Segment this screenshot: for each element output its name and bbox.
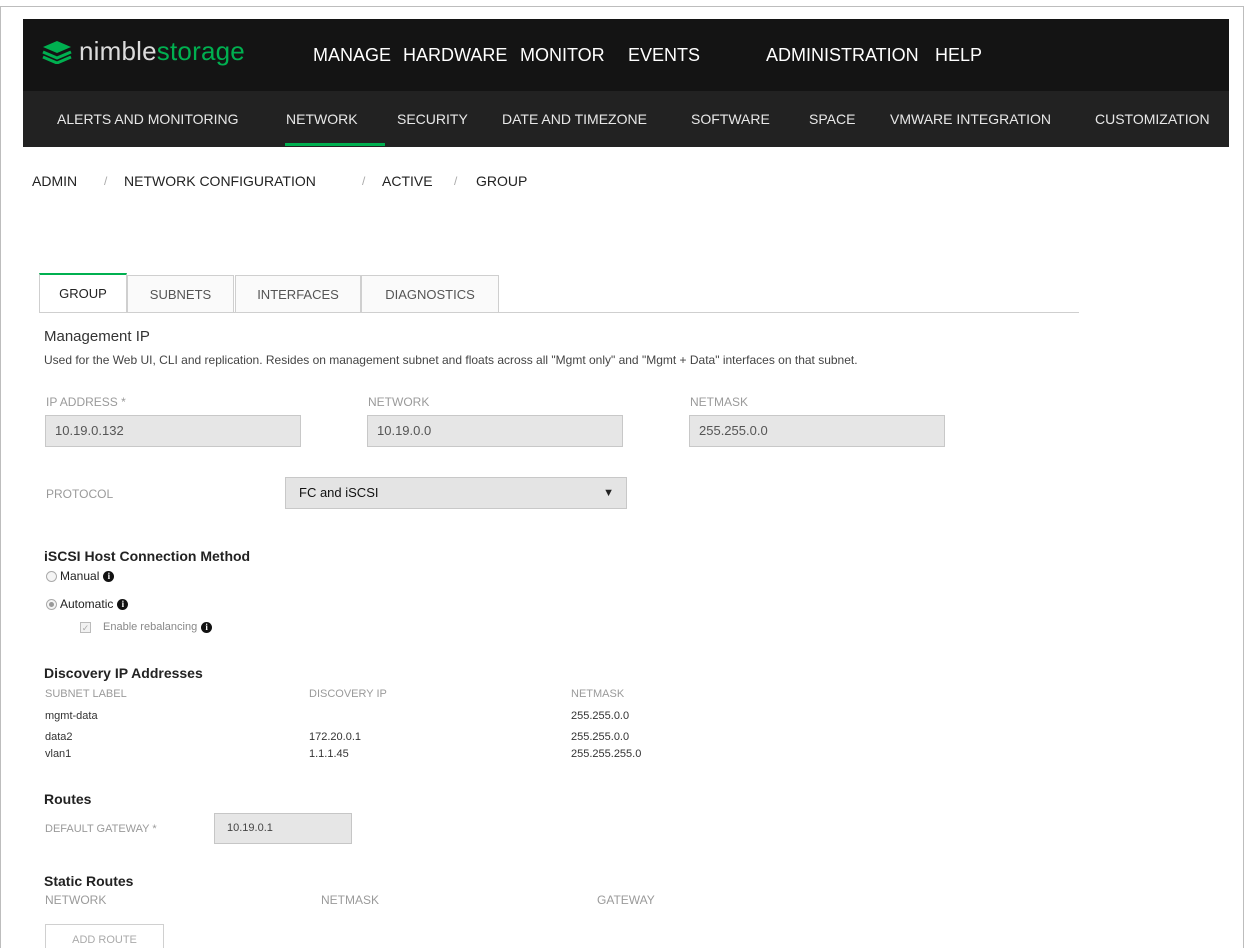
menu-help[interactable]: HELP bbox=[935, 45, 982, 66]
automatic-label: Automatic bbox=[60, 597, 114, 611]
tab-subnets[interactable]: SUBNETS bbox=[127, 275, 234, 312]
menu-events[interactable]: EVENTS bbox=[628, 45, 700, 66]
menu-manage[interactable]: MANAGE bbox=[313, 45, 391, 66]
default-gateway-field[interactable]: 10.19.0.1 bbox=[214, 813, 352, 844]
subnav-network[interactable]: NETWORK bbox=[286, 111, 358, 127]
breadcrumb-admin[interactable]: ADMIN bbox=[32, 173, 77, 189]
subnav-software[interactable]: SOFTWARE bbox=[691, 111, 770, 127]
table-cell: 255.255.255.0 bbox=[571, 748, 642, 760]
netmask-label: NETMASK bbox=[690, 395, 749, 409]
table-cell: 255.255.0.0 bbox=[571, 731, 630, 743]
routes-title: Routes bbox=[44, 791, 92, 807]
breadcrumb-group: GROUP bbox=[476, 173, 528, 189]
rebalancing-checkbox[interactable]: ✓ bbox=[80, 621, 91, 633]
automatic-option[interactable]: Automatic i bbox=[46, 597, 129, 611]
table-cell: vlan1 bbox=[45, 748, 72, 760]
protocol-select[interactable]: FC and iSCSI ▼ bbox=[285, 477, 627, 509]
tab-diagnostics[interactable]: DIAGNOSTICS bbox=[361, 275, 499, 312]
menu-monitor[interactable]: MONITOR bbox=[520, 45, 605, 66]
info-icon[interactable]: i bbox=[117, 598, 129, 610]
discovery-header-netmask: NETMASK bbox=[571, 688, 625, 700]
discovery-title: Discovery IP Addresses bbox=[44, 665, 203, 681]
manual-label: Manual bbox=[60, 569, 100, 583]
dropdown-arrow-icon: ▼ bbox=[603, 487, 614, 499]
menu-administration[interactable]: ADMINISTRATION bbox=[766, 45, 919, 66]
nimble-logo-icon bbox=[42, 41, 72, 64]
ip-address-field[interactable]: 10.19.0.132 bbox=[45, 415, 301, 447]
tab-interfaces[interactable]: INTERFACES bbox=[235, 275, 361, 312]
tab-divider bbox=[39, 312, 1079, 313]
breadcrumb-active[interactable]: ACTIVE bbox=[382, 173, 433, 189]
static-header-gateway: GATEWAY bbox=[597, 893, 655, 907]
breadcrumb-separator: / bbox=[362, 174, 366, 188]
subnav-alerts-monitoring[interactable]: ALERTS AND MONITORING bbox=[57, 111, 239, 127]
subnav-space[interactable]: SPACE bbox=[809, 111, 855, 127]
breadcrumb-network-configuration[interactable]: NETWORK CONFIGURATION bbox=[124, 173, 316, 189]
ip-address-label: IP ADDRESS * bbox=[46, 395, 126, 409]
menu-hardware[interactable]: HARDWARE bbox=[403, 45, 507, 66]
static-header-network: NETWORK bbox=[45, 893, 107, 907]
network-label: NETWORK bbox=[368, 395, 430, 409]
table-cell: 172.20.0.1 bbox=[309, 731, 361, 743]
protocol-value: FC and iSCSI bbox=[299, 485, 379, 500]
discovery-header-subnet: SUBNET LABEL bbox=[45, 688, 127, 700]
static-routes-title: Static Routes bbox=[44, 873, 134, 889]
subnav-active-indicator bbox=[285, 143, 385, 146]
default-gateway-label: DEFAULT GATEWAY * bbox=[45, 823, 157, 835]
top-nav: nimblestorage MANAGE HARDWARE MONITOR EV… bbox=[23, 19, 1229, 91]
subnav-date-timezone[interactable]: DATE AND TIMEZONE bbox=[502, 111, 647, 127]
table-cell: 1.1.1.45 bbox=[309, 748, 349, 760]
manual-radio[interactable] bbox=[46, 570, 57, 582]
info-icon[interactable]: i bbox=[103, 570, 115, 582]
breadcrumb-separator: / bbox=[104, 174, 108, 188]
add-route-button[interactable]: ADD ROUTE bbox=[45, 924, 164, 948]
table-cell: data2 bbox=[45, 731, 73, 743]
tab-group[interactable]: GROUP bbox=[39, 273, 127, 312]
discovery-header-ip: DISCOVERY IP bbox=[309, 688, 387, 700]
subnav-security[interactable]: SECURITY bbox=[397, 111, 468, 127]
manual-option[interactable]: Manual i bbox=[46, 569, 115, 583]
automatic-radio[interactable] bbox=[46, 598, 57, 610]
breadcrumb-separator: / bbox=[454, 174, 458, 188]
app-frame: nimblestorage MANAGE HARDWARE MONITOR EV… bbox=[0, 6, 1244, 948]
iscsi-title: iSCSI Host Connection Method bbox=[44, 548, 251, 564]
logo[interactable]: nimblestorage bbox=[41, 34, 245, 68]
management-ip-title: Management IP bbox=[44, 328, 150, 345]
info-icon[interactable]: i bbox=[201, 621, 213, 633]
protocol-label: PROTOCOL bbox=[46, 487, 114, 501]
management-ip-description: Used for the Web UI, CLI and replication… bbox=[44, 353, 858, 367]
static-header-netmask: NETMASK bbox=[321, 893, 380, 907]
rebalancing-label: Enable rebalancing bbox=[103, 621, 198, 633]
table-cell: 255.255.0.0 bbox=[571, 710, 630, 722]
rebalancing-option[interactable]: ✓ Enable rebalancing i bbox=[80, 621, 213, 633]
table-cell: mgmt-data bbox=[45, 710, 98, 722]
netmask-field[interactable]: 255.255.0.0 bbox=[689, 415, 945, 447]
network-field[interactable]: 10.19.0.0 bbox=[367, 415, 623, 447]
subnav-customization[interactable]: CUSTOMIZATION bbox=[1095, 111, 1210, 127]
subnav-vmware-integration[interactable]: VMWARE INTEGRATION bbox=[890, 111, 1051, 127]
logo-text: nimblestorage bbox=[79, 35, 245, 66]
sub-nav: ALERTS AND MONITORING NETWORK SECURITY D… bbox=[23, 91, 1229, 147]
